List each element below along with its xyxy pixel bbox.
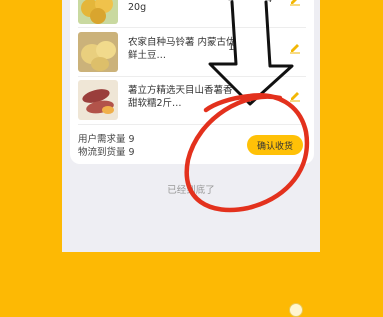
hand-drawn-down-arrow-icon bbox=[208, 0, 294, 106]
annotation-overlay bbox=[184, 0, 310, 213]
hand-drawn-circle-annotation bbox=[184, 93, 310, 213]
assistant-float-icon[interactable] bbox=[289, 303, 303, 317]
